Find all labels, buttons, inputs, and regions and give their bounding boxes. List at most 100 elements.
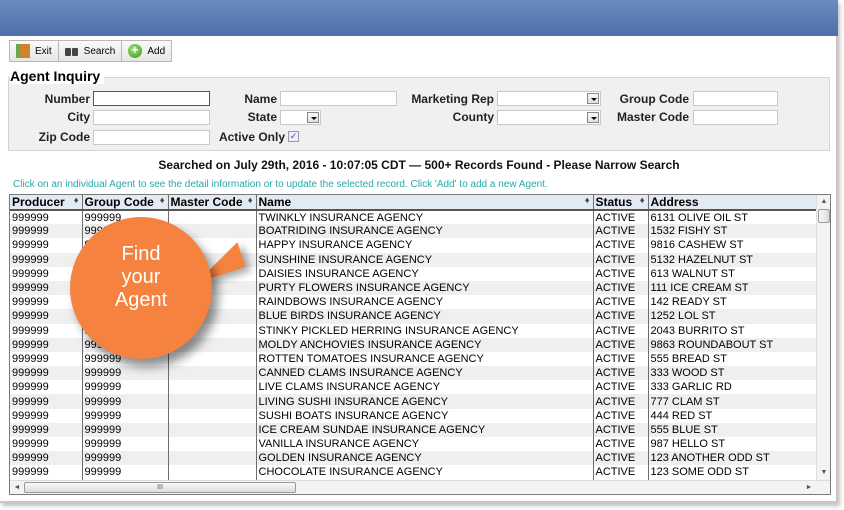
search-button[interactable]: Search bbox=[57, 40, 123, 62]
chevron-down-icon[interactable] bbox=[587, 93, 599, 104]
exit-button[interactable]: Exit bbox=[9, 40, 59, 62]
cell-status: ACTIVE bbox=[593, 465, 649, 480]
cell-group-code: 999999 bbox=[82, 366, 169, 381]
cell-name: RAINDBOWS INSURANCE AGENCY bbox=[256, 295, 594, 310]
cell-address: 444 RED ST bbox=[648, 408, 818, 423]
chevron-down-icon[interactable] bbox=[587, 112, 599, 123]
sort-icon[interactable]: ♦ bbox=[160, 195, 165, 205]
cell-producer: 999999 bbox=[10, 422, 83, 437]
number-input[interactable] bbox=[93, 91, 210, 106]
county-label: County bbox=[452, 110, 494, 124]
horizontal-scroll-thumb[interactable]: III bbox=[24, 482, 296, 493]
table-row[interactable]: 999999 999999 SUSHI BOATS INSURANCE AGENCY… bbox=[10, 408, 818, 423]
binoculars-icon bbox=[64, 44, 79, 58]
callout-line-2: your bbox=[121, 266, 161, 288]
active-only-checkbox[interactable]: ✓ bbox=[288, 131, 299, 142]
cell-status: ACTIVE bbox=[593, 351, 649, 367]
name-input[interactable] bbox=[280, 91, 397, 106]
state-select[interactable] bbox=[280, 110, 321, 125]
table-row[interactable]: 999999 999999 LIVE CLAMS INSURANCE AGENCY A… bbox=[10, 380, 818, 395]
cell-master-code bbox=[168, 437, 257, 452]
cell-status: ACTIVE bbox=[593, 224, 649, 239]
master-code-input[interactable] bbox=[693, 110, 778, 125]
table-row[interactable]: 999999 999999 ICE CREAM SUNDAE INSURANCE A… bbox=[10, 422, 818, 437]
cell-address: 555 BREAD ST bbox=[648, 351, 818, 367]
cell-address: 5132 HAZELNUT ST bbox=[648, 252, 818, 267]
cell-address: 111 ICE CREAM ST bbox=[648, 280, 818, 296]
zip-code-input[interactable] bbox=[93, 130, 210, 145]
exit-door-icon bbox=[16, 44, 30, 58]
name-label: Name bbox=[244, 92, 277, 106]
app-window: Exit Search Add Agent Inquiry Number Nam… bbox=[0, 0, 838, 503]
scroll-up-icon[interactable]: ▲ bbox=[817, 195, 830, 209]
cell-master-code bbox=[168, 394, 257, 409]
exit-label: Exit bbox=[35, 45, 52, 57]
group-code-label: Group Code bbox=[619, 92, 689, 106]
vertical-scrollbar[interactable]: ▲ ▼ bbox=[816, 195, 830, 480]
horizontal-scrollbar[interactable]: ◄ III ► bbox=[10, 480, 830, 494]
vertical-scroll-thumb[interactable] bbox=[818, 209, 830, 223]
instruction-hint: Click on an individual Agent to see the … bbox=[13, 179, 548, 190]
cell-status: ACTIVE bbox=[593, 380, 649, 395]
cell-producer: 999999 bbox=[10, 323, 83, 338]
cell-status: ACTIVE bbox=[593, 451, 649, 466]
cell-name: DAISIES INSURANCE AGENCY bbox=[256, 266, 594, 281]
cell-master-code bbox=[168, 465, 257, 480]
cell-status: ACTIVE bbox=[593, 437, 649, 452]
marketing-rep-label: Marketing Rep bbox=[411, 92, 494, 106]
cell-name: SUSHI BOATS INSURANCE AGENCY bbox=[256, 408, 594, 423]
table-row[interactable]: 999999 999999 LIVING SUSHI INSURANCE AGENC… bbox=[10, 394, 818, 409]
scroll-down-icon[interactable]: ▼ bbox=[817, 466, 830, 480]
cell-producer: 999999 bbox=[10, 451, 83, 466]
column-header-label: Address bbox=[650, 195, 699, 209]
zip-code-label: Zip Code bbox=[38, 130, 90, 144]
scroll-left-icon[interactable]: ◄ bbox=[10, 481, 24, 494]
find-your-agent-callout: Find your Agent bbox=[70, 217, 212, 359]
search-status: Searched on July 29th, 2016 - 10:07:05 C… bbox=[158, 158, 680, 172]
column-header-name[interactable]: Name ♦ bbox=[256, 195, 594, 211]
column-header-label: Master Code bbox=[170, 195, 243, 209]
cell-producer: 999999 bbox=[10, 366, 83, 381]
column-header-producer[interactable]: Producer ♦ bbox=[10, 195, 83, 211]
cell-address: 555 BLUE ST bbox=[648, 422, 818, 437]
scroll-right-icon[interactable]: ► bbox=[802, 481, 816, 494]
cell-name: ROTTEN TOMATOES INSURANCE AGENCY bbox=[256, 351, 594, 367]
cell-name: CANNED CLAMS INSURANCE AGENCY bbox=[256, 366, 594, 381]
cell-group-code: 999999 bbox=[82, 422, 169, 437]
chevron-down-icon[interactable] bbox=[307, 112, 319, 123]
cell-status: ACTIVE bbox=[593, 323, 649, 338]
cell-status: ACTIVE bbox=[593, 238, 649, 253]
marketing-rep-select[interactable] bbox=[497, 91, 601, 106]
table-row[interactable]: 999999 999999 VANILLA INSURANCE AGENCY ACTI… bbox=[10, 437, 818, 452]
cell-group-code: 999999 bbox=[82, 451, 169, 466]
column-header-master-code[interactable]: Master Code ♦ bbox=[168, 195, 257, 211]
cell-address: 2043 BURRITO ST bbox=[648, 323, 818, 338]
cell-producer: 999999 bbox=[10, 408, 83, 423]
cell-address: 1532 FISHY ST bbox=[648, 224, 818, 239]
group-code-input[interactable] bbox=[693, 91, 778, 106]
cell-group-code: 999999 bbox=[82, 380, 169, 395]
column-header-address[interactable]: Address bbox=[648, 195, 818, 211]
column-header-status[interactable]: Status ♦ bbox=[593, 195, 649, 211]
city-label: City bbox=[67, 110, 90, 124]
county-select[interactable] bbox=[497, 110, 601, 125]
cell-status: ACTIVE bbox=[593, 210, 649, 225]
cell-address: 333 GARLIC RD bbox=[648, 380, 818, 395]
table-row[interactable]: 999999 999999 CHOCOLATE INSURANCE AGENCY AC… bbox=[10, 465, 818, 480]
table-row[interactable]: 999999 999999 CANNED CLAMS INSURANCE AGENC… bbox=[10, 366, 818, 381]
city-input[interactable] bbox=[93, 110, 210, 125]
cell-group-code: 999999 bbox=[82, 437, 169, 452]
sort-icon[interactable]: ♦ bbox=[248, 195, 253, 205]
cell-group-code: 999999 bbox=[82, 465, 169, 480]
add-button[interactable]: Add bbox=[121, 40, 173, 62]
cell-producer: 999999 bbox=[10, 351, 83, 367]
column-header-group-code[interactable]: Group Code ♦ bbox=[82, 195, 169, 211]
sort-icon[interactable]: ♦ bbox=[585, 195, 590, 205]
cell-name: STINKY PICKLED HERRING INSURANCE AGENCY bbox=[256, 323, 594, 338]
sort-icon[interactable]: ♦ bbox=[74, 195, 79, 205]
cell-group-code: 999999 bbox=[82, 394, 169, 409]
table-row[interactable]: 999999 999999 GOLDEN INSURANCE AGENCY ACTIV… bbox=[10, 451, 818, 466]
sort-icon[interactable]: ♦ bbox=[640, 195, 645, 205]
cell-group-code: 999999 bbox=[82, 408, 169, 423]
cell-producer: 999999 bbox=[10, 337, 83, 352]
